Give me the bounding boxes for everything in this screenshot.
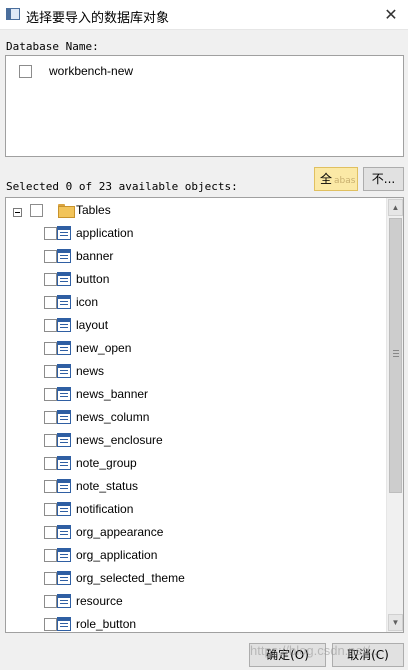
- table-row[interactable]: news_enclosure: [6, 430, 386, 450]
- database-checkbox[interactable]: [19, 65, 32, 78]
- table-icon: [57, 594, 71, 608]
- table-icon: [57, 433, 71, 447]
- selection-summary: Selected 0 of 23 available objects:: [6, 180, 238, 193]
- table-checkbox[interactable]: [44, 296, 57, 309]
- table-icon: [57, 272, 71, 286]
- title-bar: 选择要导入的数据库对象 ✕: [0, 0, 408, 30]
- table-row[interactable]: resource: [6, 591, 386, 611]
- table-label: news_banner: [76, 387, 149, 401]
- table-checkbox[interactable]: [44, 227, 57, 240]
- table-icon: [57, 318, 71, 332]
- table-label: new_open: [76, 341, 132, 355]
- grip-icon: [393, 350, 399, 357]
- table-row[interactable]: role_button: [6, 614, 386, 632]
- table-checkbox[interactable]: [44, 595, 57, 608]
- table-row[interactable]: org_appearance: [6, 522, 386, 542]
- table-checkbox[interactable]: [44, 572, 57, 585]
- table-row[interactable]: banner: [6, 246, 386, 266]
- ok-button[interactable]: 确定(O): [249, 643, 326, 667]
- table-icon: [57, 249, 71, 263]
- table-icon: [57, 226, 71, 240]
- table-row[interactable]: news: [6, 361, 386, 381]
- table-icon: [57, 387, 71, 401]
- table-row[interactable]: new_open: [6, 338, 386, 358]
- select-all-ghost-text: abas: [334, 176, 356, 186]
- table-row[interactable]: org_selected_theme: [6, 568, 386, 588]
- table-icon: [57, 341, 71, 355]
- window-title: 选择要导入的数据库对象: [26, 11, 170, 26]
- table-checkbox[interactable]: [44, 503, 57, 516]
- table-label: banner: [76, 249, 114, 263]
- select-none-button[interactable]: 不...: [363, 167, 404, 191]
- table-label: note_status: [76, 479, 139, 493]
- table-checkbox[interactable]: [44, 457, 57, 470]
- table-checkbox[interactable]: [44, 319, 57, 332]
- table-label: icon: [76, 295, 99, 309]
- table-label: layout: [76, 318, 109, 332]
- table-row[interactable]: application: [6, 223, 386, 243]
- table-checkbox[interactable]: [44, 434, 57, 447]
- table-checkbox[interactable]: [44, 365, 57, 378]
- tree-root-tables[interactable]: Tables: [6, 200, 386, 220]
- database-name-label: Database Name:: [6, 40, 99, 53]
- table-row[interactable]: news_banner: [6, 384, 386, 404]
- table-label: note_group: [76, 456, 137, 470]
- table-checkbox[interactable]: [44, 549, 57, 562]
- close-button[interactable]: ✕: [378, 3, 404, 27]
- table-label: application: [76, 226, 134, 240]
- cancel-button[interactable]: 取消(C): [332, 643, 404, 667]
- database-item-label: workbench-new: [49, 64, 134, 78]
- table-icon: [57, 502, 71, 516]
- table-icon: [57, 617, 71, 631]
- select-all-label: 全: [320, 172, 333, 186]
- table-checkbox[interactable]: [44, 342, 57, 355]
- vertical-scrollbar[interactable]: ▲ ▼: [386, 198, 403, 632]
- tables-checkbox[interactable]: [30, 204, 43, 217]
- table-row[interactable]: note_status: [6, 476, 386, 496]
- collapse-icon[interactable]: [13, 208, 22, 217]
- table-icon: [57, 548, 71, 562]
- table-row[interactable]: notification: [6, 499, 386, 519]
- table-label: org_application: [76, 548, 158, 562]
- table-label: button: [76, 272, 110, 286]
- table-label: resource: [76, 594, 123, 608]
- select-all-button[interactable]: 全 abas: [314, 167, 358, 191]
- table-icon: [57, 479, 71, 493]
- scroll-up-button[interactable]: ▲: [388, 199, 403, 216]
- table-label: news: [76, 364, 105, 378]
- table-icon: [57, 456, 71, 470]
- folder-icon: [58, 204, 75, 218]
- table-icon: [57, 571, 71, 585]
- table-label: news_column: [76, 410, 150, 424]
- app-icon: [6, 8, 20, 20]
- tree-root-label: Tables: [76, 203, 111, 217]
- table-row[interactable]: button: [6, 269, 386, 289]
- scroll-thumb[interactable]: [389, 218, 402, 493]
- table-label: news_enclosure: [76, 433, 163, 447]
- table-icon: [57, 295, 71, 309]
- database-list: workbench-new: [5, 55, 404, 157]
- table-label: org_appearance: [76, 525, 164, 539]
- table-checkbox[interactable]: [44, 250, 57, 263]
- table-checkbox[interactable]: [44, 526, 57, 539]
- object-tree: Tables application banner button icon layout…: [5, 197, 404, 633]
- table-label: notification: [76, 502, 134, 516]
- table-label: org_selected_theme: [76, 571, 185, 585]
- table-row[interactable]: news_column: [6, 407, 386, 427]
- table-checkbox[interactable]: [44, 388, 57, 401]
- table-icon: [57, 410, 71, 424]
- scroll-down-button[interactable]: ▼: [388, 614, 403, 631]
- table-label: role_button: [76, 617, 137, 631]
- table-checkbox[interactable]: [44, 411, 57, 424]
- table-checkbox[interactable]: [44, 273, 57, 286]
- table-row[interactable]: icon: [6, 292, 386, 312]
- table-row[interactable]: layout: [6, 315, 386, 335]
- table-row[interactable]: org_application: [6, 545, 386, 565]
- table-row[interactable]: note_group: [6, 453, 386, 473]
- table-icon: [57, 525, 71, 539]
- table-checkbox[interactable]: [44, 618, 57, 631]
- table-checkbox[interactable]: [44, 480, 57, 493]
- table-icon: [57, 364, 71, 378]
